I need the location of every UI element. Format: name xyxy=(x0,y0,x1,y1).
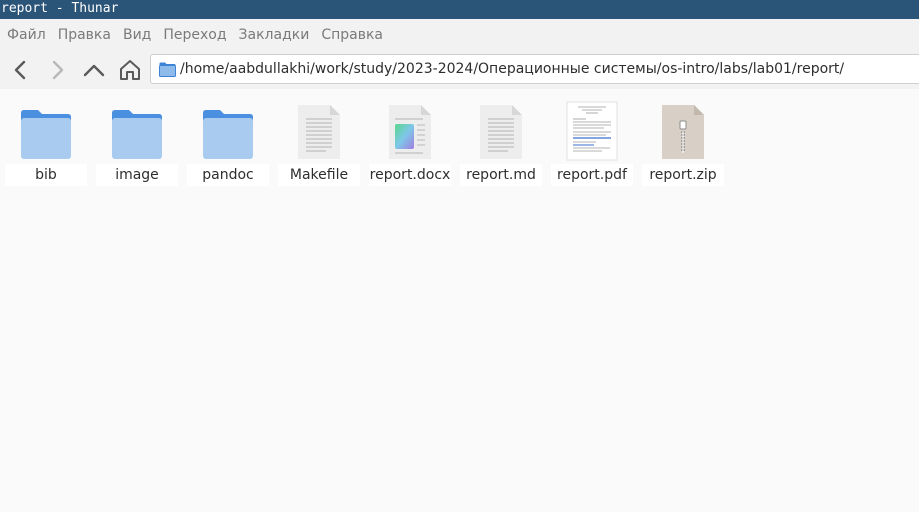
folder-icon xyxy=(21,110,71,159)
home-button[interactable] xyxy=(115,55,145,85)
text-file-icon xyxy=(298,105,340,159)
file-name: report.pdf xyxy=(551,164,633,186)
file-name: pandoc xyxy=(187,164,269,186)
text-file-icon xyxy=(480,105,522,159)
file-item-report-pdf[interactable]: report.pdf xyxy=(551,99,633,189)
folder-icon xyxy=(159,62,176,77)
file-item-image[interactable]: image xyxy=(96,99,178,189)
file-item-bib[interactable]: bib xyxy=(5,99,87,189)
file-item-makefile[interactable]: Makefile xyxy=(278,99,360,189)
pdf-thumbnail-icon xyxy=(566,101,618,161)
window-titlebar[interactable]: report - Thunar xyxy=(0,0,919,19)
menu-help[interactable]: Справка xyxy=(315,19,389,51)
chevron-up-icon xyxy=(83,64,105,77)
menu-file[interactable]: Файл xyxy=(1,19,52,51)
location-input[interactable] xyxy=(180,57,919,81)
file-name: bib xyxy=(5,164,87,186)
file-name: Makefile xyxy=(278,164,360,186)
menu-view[interactable]: Вид xyxy=(117,19,157,51)
home-icon xyxy=(120,60,140,80)
file-item-pandoc[interactable]: pandoc xyxy=(187,99,269,189)
file-item-report-zip[interactable]: report.zip xyxy=(642,99,724,189)
menu-bookmarks[interactable]: Закладки xyxy=(233,19,316,51)
document-file-icon xyxy=(389,105,431,159)
file-name: report.zip xyxy=(642,164,724,186)
file-name: image xyxy=(96,164,178,186)
file-item-report-docx[interactable]: report.docx xyxy=(369,99,451,189)
chevron-left-icon xyxy=(14,60,26,80)
window-title: report - Thunar xyxy=(1,1,119,16)
chevron-right-icon xyxy=(52,60,64,80)
toolbar xyxy=(0,51,919,89)
location-bar[interactable] xyxy=(150,54,919,84)
menu-go[interactable]: Переход xyxy=(157,19,232,51)
back-button[interactable] xyxy=(6,55,36,85)
menubar: Файл Правка Вид Переход Закладки Справка xyxy=(0,19,919,51)
folder-icon xyxy=(203,110,253,159)
file-view[interactable]: bib image pandoc Makefile report.docx re… xyxy=(0,89,919,512)
forward-button[interactable] xyxy=(42,55,72,85)
menu-edit[interactable]: Правка xyxy=(52,19,117,51)
file-name: report.docx xyxy=(369,164,451,186)
file-item-report-md[interactable]: report.md xyxy=(460,99,542,189)
up-button[interactable] xyxy=(79,55,109,85)
file-name: report.md xyxy=(460,164,542,186)
folder-icon xyxy=(112,110,162,159)
archive-file-icon xyxy=(662,105,704,159)
